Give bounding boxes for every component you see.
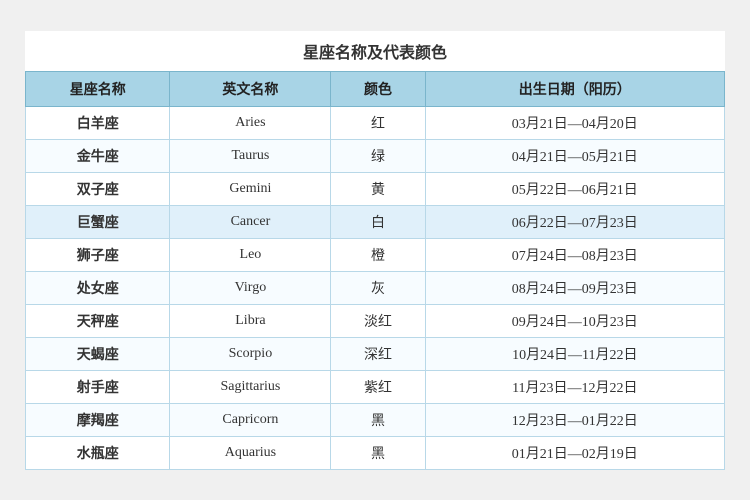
zodiac-dates: 09月24日—10月23日 [425,304,724,337]
zodiac-name: 天秤座 [26,304,170,337]
zodiac-english: Virgo [170,271,331,304]
zodiac-dates: 06月22日—07月23日 [425,205,724,238]
table-row: 射手座Sagittarius紫红11月23日—12月22日 [26,370,725,403]
table-row: 巨蟹座Cancer白06月22日—07月23日 [26,205,725,238]
col-header-color: 颜色 [331,71,425,106]
zodiac-color: 淡红 [331,304,425,337]
zodiac-color: 红 [331,106,425,139]
zodiac-dates: 03月21日—04月20日 [425,106,724,139]
zodiac-color: 橙 [331,238,425,271]
zodiac-english: Cancer [170,205,331,238]
zodiac-dates: 10月24日—11月22日 [425,337,724,370]
table-row: 双子座Gemini黄05月22日—06月21日 [26,172,725,205]
col-header-dates: 出生日期（阳历） [425,71,724,106]
zodiac-color: 白 [331,205,425,238]
zodiac-name: 白羊座 [26,106,170,139]
table-row: 狮子座Leo橙07月24日—08月23日 [26,238,725,271]
zodiac-english: Aries [170,106,331,139]
zodiac-color: 紫红 [331,370,425,403]
zodiac-english: Capricorn [170,403,331,436]
zodiac-name: 双子座 [26,172,170,205]
zodiac-table: 星座名称 英文名称 颜色 出生日期（阳历） 白羊座Aries红03月21日—04… [25,71,725,470]
zodiac-name: 射手座 [26,370,170,403]
col-header-name: 星座名称 [26,71,170,106]
zodiac-name: 狮子座 [26,238,170,271]
zodiac-color: 黑 [331,403,425,436]
table-row: 处女座Virgo灰08月24日—09月23日 [26,271,725,304]
zodiac-dates: 08月24日—09月23日 [425,271,724,304]
zodiac-english: Scorpio [170,337,331,370]
zodiac-dates: 11月23日—12月22日 [425,370,724,403]
zodiac-color: 绿 [331,139,425,172]
zodiac-name: 处女座 [26,271,170,304]
zodiac-name: 水瓶座 [26,436,170,469]
zodiac-english: Aquarius [170,436,331,469]
page-title: 星座名称及代表颜色 [25,31,725,71]
zodiac-english: Gemini [170,172,331,205]
col-header-english: 英文名称 [170,71,331,106]
zodiac-english: Sagittarius [170,370,331,403]
zodiac-dates: 12月23日—01月22日 [425,403,724,436]
zodiac-english: Taurus [170,139,331,172]
zodiac-color: 深红 [331,337,425,370]
table-row: 天秤座Libra淡红09月24日—10月23日 [26,304,725,337]
zodiac-dates: 05月22日—06月21日 [425,172,724,205]
zodiac-dates: 01月21日—02月19日 [425,436,724,469]
zodiac-name: 巨蟹座 [26,205,170,238]
table-row: 天蝎座Scorpio深红10月24日—11月22日 [26,337,725,370]
zodiac-english: Leo [170,238,331,271]
zodiac-color: 黄 [331,172,425,205]
table-header-row: 星座名称 英文名称 颜色 出生日期（阳历） [26,71,725,106]
table-row: 金牛座Taurus绿04月21日—05月21日 [26,139,725,172]
zodiac-name: 金牛座 [26,139,170,172]
zodiac-name: 摩羯座 [26,403,170,436]
zodiac-name: 天蝎座 [26,337,170,370]
zodiac-english: Libra [170,304,331,337]
table-row: 白羊座Aries红03月21日—04月20日 [26,106,725,139]
table-row: 摩羯座Capricorn黑12月23日—01月22日 [26,403,725,436]
zodiac-color: 灰 [331,271,425,304]
table-row: 水瓶座Aquarius黑01月21日—02月19日 [26,436,725,469]
zodiac-color: 黑 [331,436,425,469]
main-container: 星座名称及代表颜色 星座名称 英文名称 颜色 出生日期（阳历） 白羊座Aries… [25,31,725,470]
zodiac-dates: 04月21日—05月21日 [425,139,724,172]
zodiac-dates: 07月24日—08月23日 [425,238,724,271]
